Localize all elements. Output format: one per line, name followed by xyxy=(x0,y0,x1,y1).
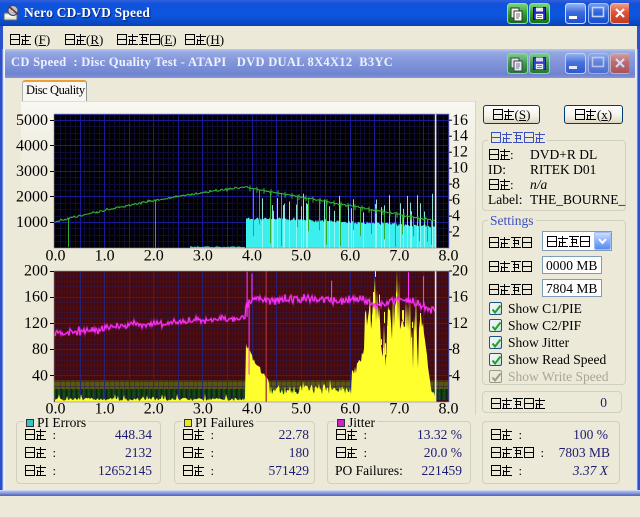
svg-text:1000: 1000 xyxy=(16,214,48,231)
svg-text:4.0: 4.0 xyxy=(242,248,262,265)
svg-text:0.0: 0.0 xyxy=(46,248,66,265)
svg-text:2.0: 2.0 xyxy=(144,401,164,418)
svg-text:7.0: 7.0 xyxy=(389,248,409,265)
svg-text:16: 16 xyxy=(452,289,468,306)
svg-text:3.0: 3.0 xyxy=(193,248,213,265)
svg-text:8: 8 xyxy=(452,341,460,358)
svg-text:6.0: 6.0 xyxy=(340,248,360,265)
svg-text:5000: 5000 xyxy=(16,112,48,129)
svg-text:120: 120 xyxy=(24,315,48,332)
svg-text:5.0: 5.0 xyxy=(291,401,311,418)
svg-text:20: 20 xyxy=(452,263,468,280)
svg-text:8.0: 8.0 xyxy=(439,401,459,418)
svg-text:12: 12 xyxy=(452,144,468,161)
svg-text:4: 4 xyxy=(452,208,460,225)
svg-text:2000: 2000 xyxy=(16,188,48,205)
svg-text:6: 6 xyxy=(452,192,460,209)
svg-text:2.0: 2.0 xyxy=(144,248,164,265)
svg-text:10: 10 xyxy=(452,160,468,177)
svg-text:80: 80 xyxy=(32,341,48,358)
svg-text:5.0: 5.0 xyxy=(291,248,311,265)
svg-text:14: 14 xyxy=(452,128,468,145)
svg-text:7.0: 7.0 xyxy=(389,401,409,418)
svg-text:3000: 3000 xyxy=(16,163,48,180)
svg-text:1.0: 1.0 xyxy=(95,401,115,418)
svg-text:160: 160 xyxy=(24,289,48,306)
svg-text:200: 200 xyxy=(24,263,48,280)
svg-text:4: 4 xyxy=(452,367,460,384)
svg-text:12: 12 xyxy=(452,315,468,332)
svg-text:2: 2 xyxy=(452,224,460,241)
svg-text:8: 8 xyxy=(452,176,460,193)
svg-text:1.0: 1.0 xyxy=(95,248,115,265)
svg-text:40: 40 xyxy=(32,367,48,384)
svg-text:4000: 4000 xyxy=(16,137,48,154)
svg-text:16: 16 xyxy=(452,112,468,129)
